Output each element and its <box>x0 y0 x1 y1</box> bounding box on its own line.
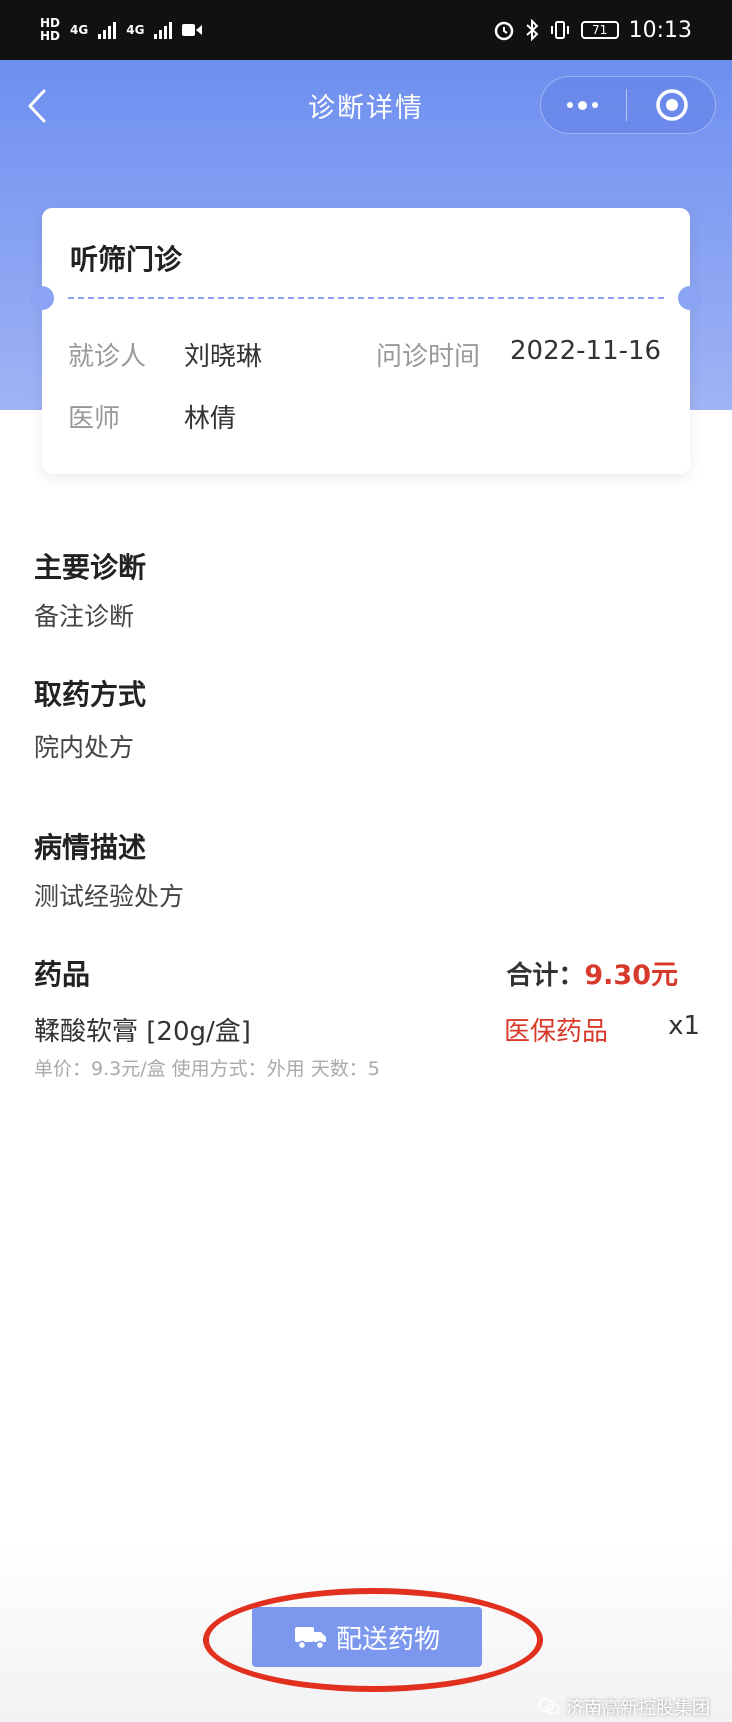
status-right: 71 10:13 <box>493 18 692 43</box>
hd-indicator-2: HD <box>40 29 61 43</box>
bluetooth-icon <box>525 19 539 41</box>
battery-icon: 71 <box>580 21 619 39</box>
total-label: 合计： <box>506 961 585 991</box>
condition-value: 测试经验处方 <box>34 882 185 911</box>
card-divider <box>68 297 664 299</box>
diagnosis-value: 备注诊断 <box>34 602 135 631</box>
ticket-notch-left <box>30 286 54 310</box>
capsule-divider <box>626 89 627 121</box>
diagnosis-title: 主要诊断 <box>34 551 147 584</box>
drug-total: 合计：9.30元 <box>506 953 678 992</box>
network-label-1: 4G <box>70 22 89 37</box>
page-title: 诊断详情 <box>308 92 424 124</box>
more-icon[interactable] <box>567 100 598 110</box>
close-target-icon[interactable] <box>655 88 689 122</box>
clinic-card: 听筛门诊 就诊人 刘晓琳 问诊时间 2022-11-16 医师 林倩 <box>30 208 702 474</box>
mini-program-capsule <box>540 76 716 134</box>
clinic-title: 听筛门诊 <box>70 243 183 276</box>
insurance-badge: 医保药品 <box>504 1017 609 1047</box>
pickup-title: 取药方式 <box>34 678 147 711</box>
condition-title: 病情描述 <box>34 831 147 864</box>
drug-quantity: x1 <box>668 1011 700 1041</box>
drug-name: 鞣酸软膏 [20g/盒] <box>34 1017 251 1047</box>
consult-time-label: 问诊时间 <box>376 342 481 372</box>
drug-meta: 单价：9.3元/盒 使用方式：外用 天数：5 <box>34 1058 380 1080</box>
alarm-icon <box>494 21 513 41</box>
signal-icon-2 <box>154 21 173 39</box>
doctor-label: 医师 <box>68 404 121 434</box>
status-bar: HD HD 4G 4G 71 10:13 <box>0 0 732 60</box>
back-icon[interactable] <box>22 88 52 124</box>
ticket-notch-right <box>678 286 702 310</box>
doctor-value: 林倩 <box>184 404 237 434</box>
clock: 10:13 <box>628 17 692 43</box>
vibrate-icon <box>550 21 569 39</box>
consult-time-value: 2022-11-16 <box>510 336 662 366</box>
wechat-icon <box>538 1698 560 1715</box>
drugs-title: 药品 <box>34 958 91 991</box>
patient-value: 刘晓琳 <box>184 342 263 372</box>
video-call-icon <box>182 24 203 36</box>
patient-label: 就诊人 <box>68 342 147 372</box>
status-left: HD HD 4G 4G <box>40 17 203 43</box>
network-label-2: 4G <box>126 22 145 37</box>
nav-bar: 诊断详情 <box>0 60 732 150</box>
signal-icon <box>98 21 117 39</box>
watermark-text: 济南高新控股集团 <box>566 1698 710 1719</box>
total-amount: 9.30元 <box>584 960 678 991</box>
watermark: 济南高新控股集团 <box>538 1694 710 1720</box>
annotation-circle <box>203 1588 543 1692</box>
pickup-value: 院内处方 <box>34 733 135 762</box>
